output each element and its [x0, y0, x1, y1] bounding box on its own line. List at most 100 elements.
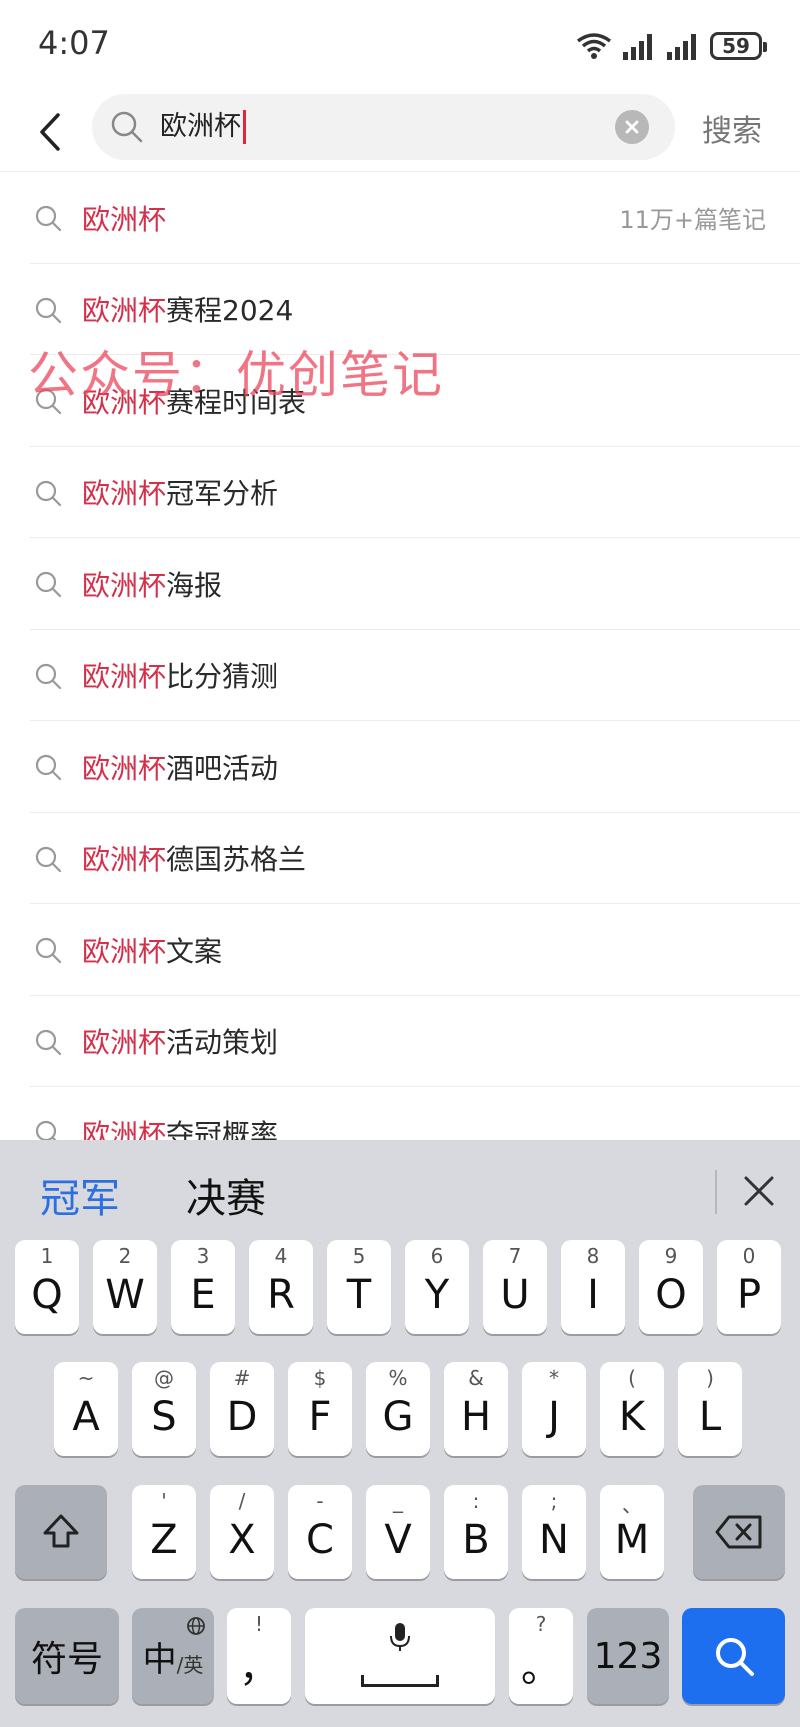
search-submit-button[interactable]: 搜索: [702, 106, 762, 150]
candidate-word[interactable]: 冠军: [40, 1166, 120, 1224]
battery-level: 59: [722, 34, 750, 58]
backspace-key[interactable]: [693, 1485, 785, 1579]
key-sub: (: [628, 1366, 636, 1390]
key-label: D: [226, 1394, 258, 1440]
symbols-key[interactable]: 符号: [15, 1608, 119, 1704]
key-e[interactable]: 3E: [171, 1240, 235, 1334]
key-a[interactable]: ~ A: [54, 1362, 118, 1456]
key-sub: ~: [77, 1366, 95, 1390]
suggestion-item[interactable]: 欧洲杯德国苏格兰: [0, 813, 800, 905]
key-sub: _: [393, 1489, 403, 1513]
key-s[interactable]: @ S: [132, 1362, 196, 1456]
suggestion-rest: 活动策划: [166, 1026, 279, 1060]
key-label: ，: [239, 1645, 279, 1691]
key-label: M: [614, 1517, 650, 1563]
suggestion-rest: 赛程时间表: [166, 385, 307, 419]
close-icon[interactable]: [738, 1170, 780, 1212]
key-j[interactable]: * J: [522, 1362, 586, 1456]
search-icon: [35, 571, 62, 598]
key-v[interactable]: _ V: [366, 1485, 430, 1579]
key-label: G: [382, 1394, 414, 1440]
suggestion-label: 欧洲杯德国苏格兰: [82, 838, 306, 878]
microphone-icon: [390, 1623, 410, 1651]
suggestion-label: 欧洲杯海报: [82, 564, 222, 604]
shift-key[interactable]: [15, 1485, 107, 1579]
key-sub: ': [161, 1489, 167, 1513]
suggestion-item[interactable]: 欧洲杯酒吧活动: [0, 721, 800, 813]
key-label: K: [618, 1394, 646, 1440]
suggestion-item[interactable]: 欧洲杯冠军分析: [0, 447, 800, 539]
suggestion-label: 欧洲杯赛程时间表: [82, 381, 306, 421]
key-u[interactable]: 7U: [483, 1240, 547, 1334]
key-g[interactable]: % G: [366, 1362, 430, 1456]
candidate-divider: [715, 1170, 717, 1214]
candidate-word[interactable]: 决赛: [186, 1166, 266, 1224]
search-icon: [35, 1029, 62, 1055]
signal-icon: [623, 34, 652, 60]
space-key[interactable]: [305, 1608, 495, 1704]
key-c[interactable]: -C: [288, 1485, 352, 1579]
suggestion-rest: 冠军分析: [166, 477, 279, 511]
key-o[interactable]: 9O: [639, 1240, 703, 1334]
search-icon: [35, 297, 62, 323]
back-button[interactable]: [30, 104, 70, 160]
comma-key[interactable]: !，: [227, 1608, 291, 1704]
suggestion-rest: 德国苏格兰: [166, 843, 307, 877]
suggestion-item[interactable]: 欧洲杯夺冠概率: [0, 1087, 800, 1140]
key-x[interactable]: / X: [210, 1485, 274, 1579]
suggestion-item[interactable]: 欧洲杯海报: [0, 538, 800, 630]
search-icon: [110, 109, 146, 145]
key-l[interactable]: ) L: [678, 1362, 742, 1456]
key-label: O: [655, 1272, 687, 1318]
suggestion-item[interactable]: 欧洲杯赛程2024: [0, 264, 800, 356]
key-sub: !: [254, 1612, 264, 1636]
key-n[interactable]: ; N: [522, 1485, 586, 1579]
search-input[interactable]: 欧洲杯: [160, 107, 246, 147]
period-key[interactable]: ?。: [509, 1608, 573, 1704]
key-i[interactable]: 8I: [561, 1240, 625, 1334]
numbers-key[interactable]: 123: [587, 1608, 669, 1704]
key-f[interactable]: $ F: [288, 1362, 352, 1456]
key-r[interactable]: 4R: [249, 1240, 313, 1334]
suggestion-highlight: 欧洲杯: [82, 477, 167, 511]
suggestion-item[interactable]: 欧洲杯活动策划: [0, 996, 800, 1088]
search-box[interactable]: 欧洲杯: [92, 94, 675, 160]
key-k[interactable]: (K: [600, 1362, 664, 1456]
key-z[interactable]: ' Z: [132, 1485, 196, 1579]
key-sub: @: [154, 1366, 174, 1390]
suggestion-item[interactable]: 欧洲杯比分猜测: [0, 630, 800, 722]
key-b[interactable]: :B: [444, 1485, 508, 1579]
suggestion-rest: 比分猜测: [166, 660, 279, 694]
key-sub: *: [549, 1366, 559, 1390]
key-p[interactable]: 0P: [717, 1240, 781, 1334]
key-sub: $: [313, 1366, 327, 1390]
suggestion-label: 欧洲杯夺冠概率: [82, 1113, 278, 1140]
search-icon: [35, 846, 62, 872]
language-switch-key[interactable]: 中/英: [132, 1608, 214, 1704]
key-m[interactable]: 、 M: [600, 1485, 664, 1579]
key-q[interactable]: 1Q: [15, 1240, 79, 1334]
key-t[interactable]: 5T: [327, 1240, 391, 1334]
keyboard-search-key[interactable]: [682, 1608, 785, 1704]
search-icon: [35, 205, 62, 232]
search-icon: [35, 937, 62, 964]
clear-search-button[interactable]: [615, 110, 649, 144]
globe-icon: [187, 1617, 205, 1635]
suggestion-highlight: 欧洲杯: [82, 1117, 167, 1140]
key-d[interactable]: # D: [210, 1362, 274, 1456]
key-w[interactable]: 2W: [93, 1240, 157, 1334]
suggestion-label: 欧洲杯酒吧活动: [82, 747, 278, 787]
suggestion-label: 欧洲杯活动策划: [82, 1021, 278, 1061]
status-icons: 59: [576, 26, 767, 66]
suggestion-item[interactable]: 欧洲杯 11万+篇笔记: [0, 172, 800, 264]
keyboard: 冠军 决赛 1Q 2W 3E 4R 5T 6Y 7U 8I 9O 0P ~ A @…: [0, 1140, 800, 1727]
backspace-icon: [715, 1515, 762, 1549]
key-sub: ?: [535, 1612, 547, 1636]
key-y[interactable]: 6Y: [405, 1240, 469, 1334]
suggestion-item[interactable]: 欧洲杯文案: [0, 904, 800, 996]
suggestion-highlight: 欧洲杯: [82, 202, 167, 236]
suggestion-item[interactable]: 欧洲杯赛程时间表: [0, 355, 800, 447]
key-h[interactable]: & H: [444, 1362, 508, 1456]
key-label: N: [539, 1517, 569, 1563]
suggestion-highlight: 欧洲杯: [82, 294, 167, 328]
